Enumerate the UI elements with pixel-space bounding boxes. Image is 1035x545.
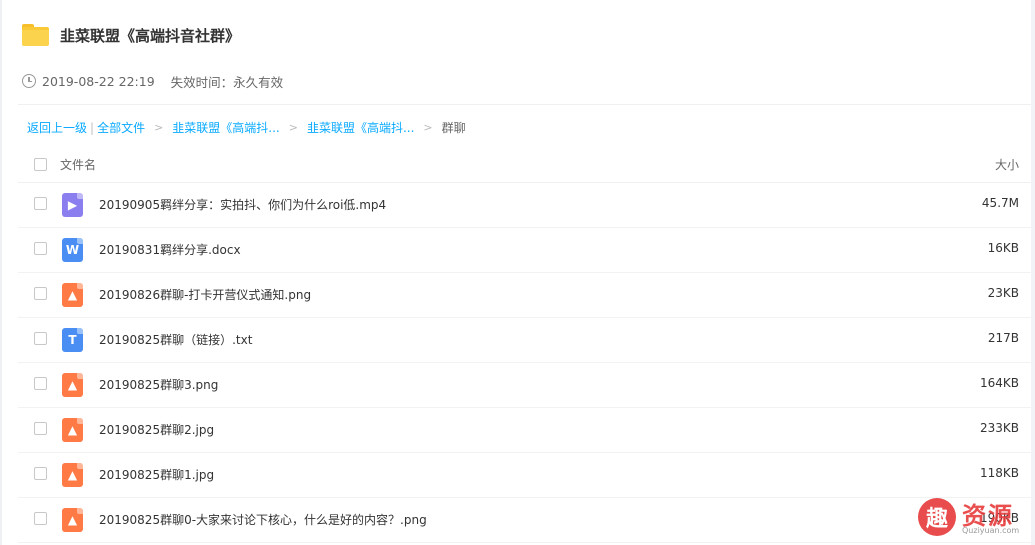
clock-icon (22, 74, 36, 88)
expire-value: 永久有效 (233, 74, 284, 90)
file-size: 118KB (979, 466, 1019, 480)
row-checkbox[interactable] (34, 512, 47, 525)
image-file-icon: ▲ (62, 373, 83, 397)
breadcrumb-folder-1-link[interactable]: 韭菜联盟《高端抖... (172, 119, 279, 136)
word-file-icon: W (62, 238, 83, 262)
breadcrumb-back-link[interactable]: 返回上一级 (27, 119, 87, 136)
file-name[interactable]: 20190825群聊（链接）.txt (99, 331, 252, 348)
text-file-icon: T (62, 328, 83, 352)
expire-label: 失效时间： (170, 74, 234, 90)
image-file-icon: ▲ (62, 508, 83, 532)
right-scroll-track[interactable] (1031, 0, 1035, 545)
image-file-icon: ▲ (62, 283, 83, 307)
file-row[interactable]: ▲ 20190825群聊0-大家来讨论下核心，什么是好的内容？.png 190K… (18, 498, 1031, 543)
share-header: 韭菜联盟《高端抖音社群》 (22, 20, 240, 50)
row-checkbox[interactable] (34, 467, 47, 480)
row-checkbox[interactable] (34, 422, 47, 435)
header-divider (18, 104, 1031, 105)
file-row[interactable]: ▲ 20190825群聊1.jpg 118KB (18, 453, 1031, 498)
breadcrumb-separator: > (288, 121, 298, 134)
file-size: 45.7M (981, 196, 1019, 210)
share-date: 2019-08-22 22:19 (42, 73, 155, 89)
file-size: 233KB (979, 421, 1019, 435)
select-all-checkbox[interactable] (34, 158, 47, 171)
breadcrumb-all-files-link[interactable]: 全部文件 (97, 119, 145, 136)
breadcrumb-current: 群聊 (441, 121, 466, 135)
watermark-logo: 趣 资源 Quziyuan.com (918, 496, 1031, 541)
file-name[interactable]: 20190831羁绊分享.docx (99, 241, 241, 258)
folder-icon (22, 24, 49, 46)
watermark-url: Quziyuan.com (962, 526, 1020, 535)
image-file-icon: ▲ (62, 418, 83, 442)
breadcrumb-bar-separator: | (90, 120, 95, 135)
file-size: 16KB (987, 241, 1019, 255)
file-name[interactable]: 20190825群聊0-大家来讨论下核心，什么是好的内容？.png (99, 511, 427, 528)
share-meta: 2019-08-22 22:19 失效时间： 永久有效 (22, 72, 283, 90)
file-name[interactable]: 20190905羁绊分享：实拍抖、你们为什么roi低.mp4 (99, 196, 386, 213)
file-table-header: 文件名 大小 (18, 146, 1031, 183)
file-row[interactable]: W 20190831羁绊分享.docx 16KB (18, 228, 1031, 273)
row-checkbox[interactable] (34, 287, 47, 300)
file-name[interactable]: 20190825群聊2.jpg (99, 421, 214, 438)
file-row[interactable]: T 20190825群聊（链接）.txt 217B (18, 318, 1031, 363)
row-checkbox[interactable] (34, 377, 47, 390)
file-name[interactable]: 20190825群聊3.png (99, 376, 218, 393)
file-size: 23KB (987, 286, 1019, 300)
file-row[interactable]: ▲ 20190826群聊-打卡开营仪式通知.png 23KB (18, 273, 1031, 318)
watermark-badge-icon: 趣 (918, 498, 956, 536)
breadcrumb: 返回上一级 | 全部文件 > 韭菜联盟《高端抖... > 韭菜联盟《高端抖...… (27, 119, 466, 136)
share-title: 韭菜联盟《高端抖音社群》 (60, 26, 241, 45)
file-name[interactable]: 20190826群聊-打卡开营仪式通知.png (99, 286, 311, 303)
file-row[interactable]: ▲ 20190825群聊2.jpg 233KB (18, 408, 1031, 453)
breadcrumb-separator: > (154, 121, 164, 134)
file-row[interactable]: ▶ 20190905羁绊分享：实拍抖、你们为什么roi低.mp4 45.7M (18, 183, 1031, 228)
file-name[interactable]: 20190825群聊1.jpg (99, 466, 214, 483)
breadcrumb-separator: > (423, 121, 433, 134)
file-row[interactable]: ▲ 20190825群聊3.png 164KB (18, 363, 1031, 408)
column-header-size[interactable]: 大小 (995, 156, 1019, 173)
breadcrumb-folder-2-link[interactable]: 韭菜联盟《高端抖... (307, 119, 414, 136)
row-checkbox[interactable] (34, 197, 47, 210)
file-size: 217B (987, 331, 1019, 345)
left-border (0, 0, 2, 545)
video-file-icon: ▶ (62, 193, 83, 217)
file-size: 164KB (979, 376, 1019, 390)
column-header-name[interactable]: 文件名 (60, 156, 96, 173)
row-checkbox[interactable] (34, 332, 47, 345)
row-checkbox[interactable] (34, 242, 47, 255)
image-file-icon: ▲ (62, 463, 83, 487)
